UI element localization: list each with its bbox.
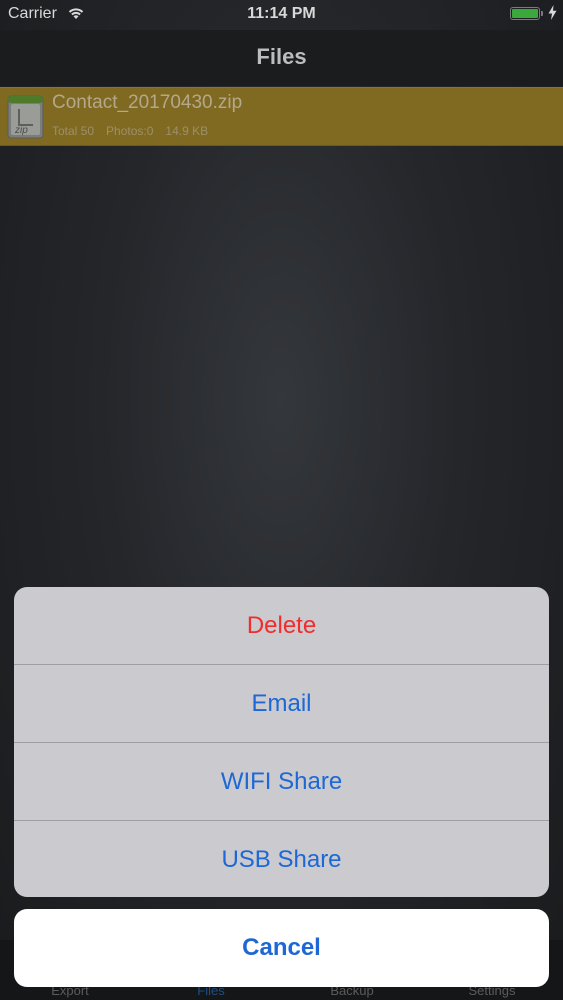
status-bar: Carrier 11:14 PM	[0, 0, 563, 30]
clock-time: 11:14 PM	[247, 5, 316, 22]
zip-file-icon: zip	[7, 95, 44, 139]
navigation-bar: Files	[0, 30, 563, 86]
file-name: Contact_20170430.zip	[52, 92, 243, 113]
battery-cap	[541, 11, 543, 16]
svg-text:zip: zip	[14, 125, 28, 136]
file-total: Total 50	[52, 124, 95, 138]
delete-button[interactable]: Delete	[14, 587, 549, 665]
cancel-button[interactable]: Cancel	[14, 909, 549, 987]
charging-icon	[548, 5, 557, 20]
file-details: Total 50 Photos:0 14.9 KB	[52, 124, 220, 138]
file-photos: Photos:0	[106, 124, 154, 138]
action-sheet: Delete Email WIFI Share USB Share	[14, 587, 549, 897]
page-title: Files	[256, 44, 307, 69]
file-size: 14.9 KB	[165, 124, 209, 138]
battery-icon	[510, 7, 540, 20]
email-button[interactable]: Email	[14, 665, 549, 743]
battery-level	[512, 9, 538, 18]
wifi-share-button[interactable]: WIFI Share	[14, 743, 549, 821]
file-list-item[interactable]: zip Contact_20170430.zip Total 50 Photos:…	[0, 87, 563, 146]
usb-share-button[interactable]: USB Share	[14, 821, 549, 897]
